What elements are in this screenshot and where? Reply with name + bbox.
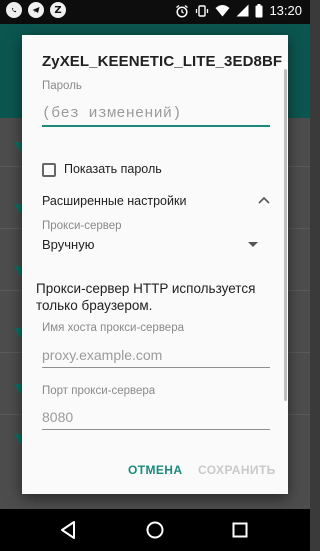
- proxy-host-input[interactable]: proxy.example.com: [42, 347, 162, 363]
- proxy-port-label: Порт прокси-сервера: [42, 385, 156, 397]
- wifi-icon: [215, 5, 230, 17]
- status-bar: Z 13:20: [0, 0, 310, 24]
- advanced-settings-label[interactable]: Расширенные настройки: [42, 194, 186, 208]
- zen-icon: Z: [50, 2, 66, 18]
- signal-icon: [236, 4, 249, 17]
- proxy-host-underline: [42, 367, 270, 368]
- proxy-select[interactable]: Вручную: [42, 237, 94, 252]
- navigation-bar: [0, 509, 310, 551]
- vibrate-icon: [196, 4, 209, 17]
- dialog-scrollbar[interactable]: [284, 69, 287, 401]
- proxy-info-text: Прокси-сервер HTTP используется только б…: [36, 281, 256, 313]
- clock: 13:20: [269, 3, 302, 18]
- proxy-label: Прокси-сервер: [42, 220, 122, 232]
- dialog-title: ZyXEL_KEENETIC_LITE_3ED8BF: [42, 53, 283, 70]
- password-input[interactable]: (без изменений): [42, 105, 182, 122]
- telegram-icon: [28, 2, 44, 18]
- save-button[interactable]: СОХРАНИТЬ: [198, 463, 276, 477]
- chevron-up-icon[interactable]: [258, 196, 270, 204]
- proxy-port-input[interactable]: 8080: [42, 409, 73, 425]
- proxy-host-label: Имя хоста прокси-сервера: [42, 322, 184, 334]
- show-password-checkbox[interactable]: [42, 163, 56, 177]
- wifi-network-dialog: ZyXEL_KEENETIC_LITE_3ED8BF Пароль (без и…: [22, 35, 288, 494]
- whatsapp-icon: [6, 2, 22, 18]
- back-icon[interactable]: [58, 519, 80, 541]
- recents-icon[interactable]: [229, 519, 251, 541]
- password-input-underline: [42, 125, 270, 127]
- password-label: Пароль: [42, 80, 82, 92]
- proxy-port-underline: [42, 429, 270, 430]
- system-icons: 13:20: [175, 3, 302, 18]
- dropdown-arrow-icon[interactable]: [248, 242, 258, 247]
- notification-icons: Z: [6, 2, 66, 18]
- alarm-icon: [176, 4, 189, 18]
- cancel-button[interactable]: ОТМЕНА: [128, 463, 182, 477]
- home-icon[interactable]: [144, 519, 166, 541]
- show-password-label[interactable]: Показать пароль: [64, 162, 162, 176]
- battery-icon: [255, 3, 263, 17]
